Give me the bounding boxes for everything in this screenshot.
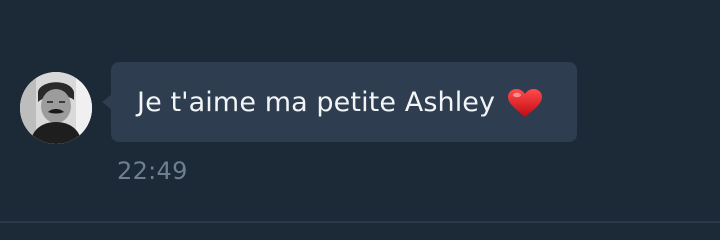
message-text-content: Je t'aime ma petite Ashley (137, 86, 496, 118)
message-text: Je t'aime ma petite Ashley (137, 87, 543, 118)
chat-message-row: Je t'aime ma petite Ashley 22:49 (0, 0, 720, 222)
red-heart-icon (507, 88, 543, 118)
message-timestamp: 22:49 (117, 157, 188, 185)
bubble-tail (102, 94, 112, 110)
message-bubble[interactable]: Je t'aime ma petite Ashley (102, 62, 577, 142)
avatar-image (20, 72, 92, 144)
divider (0, 221, 720, 223)
avatar[interactable] (20, 72, 92, 144)
